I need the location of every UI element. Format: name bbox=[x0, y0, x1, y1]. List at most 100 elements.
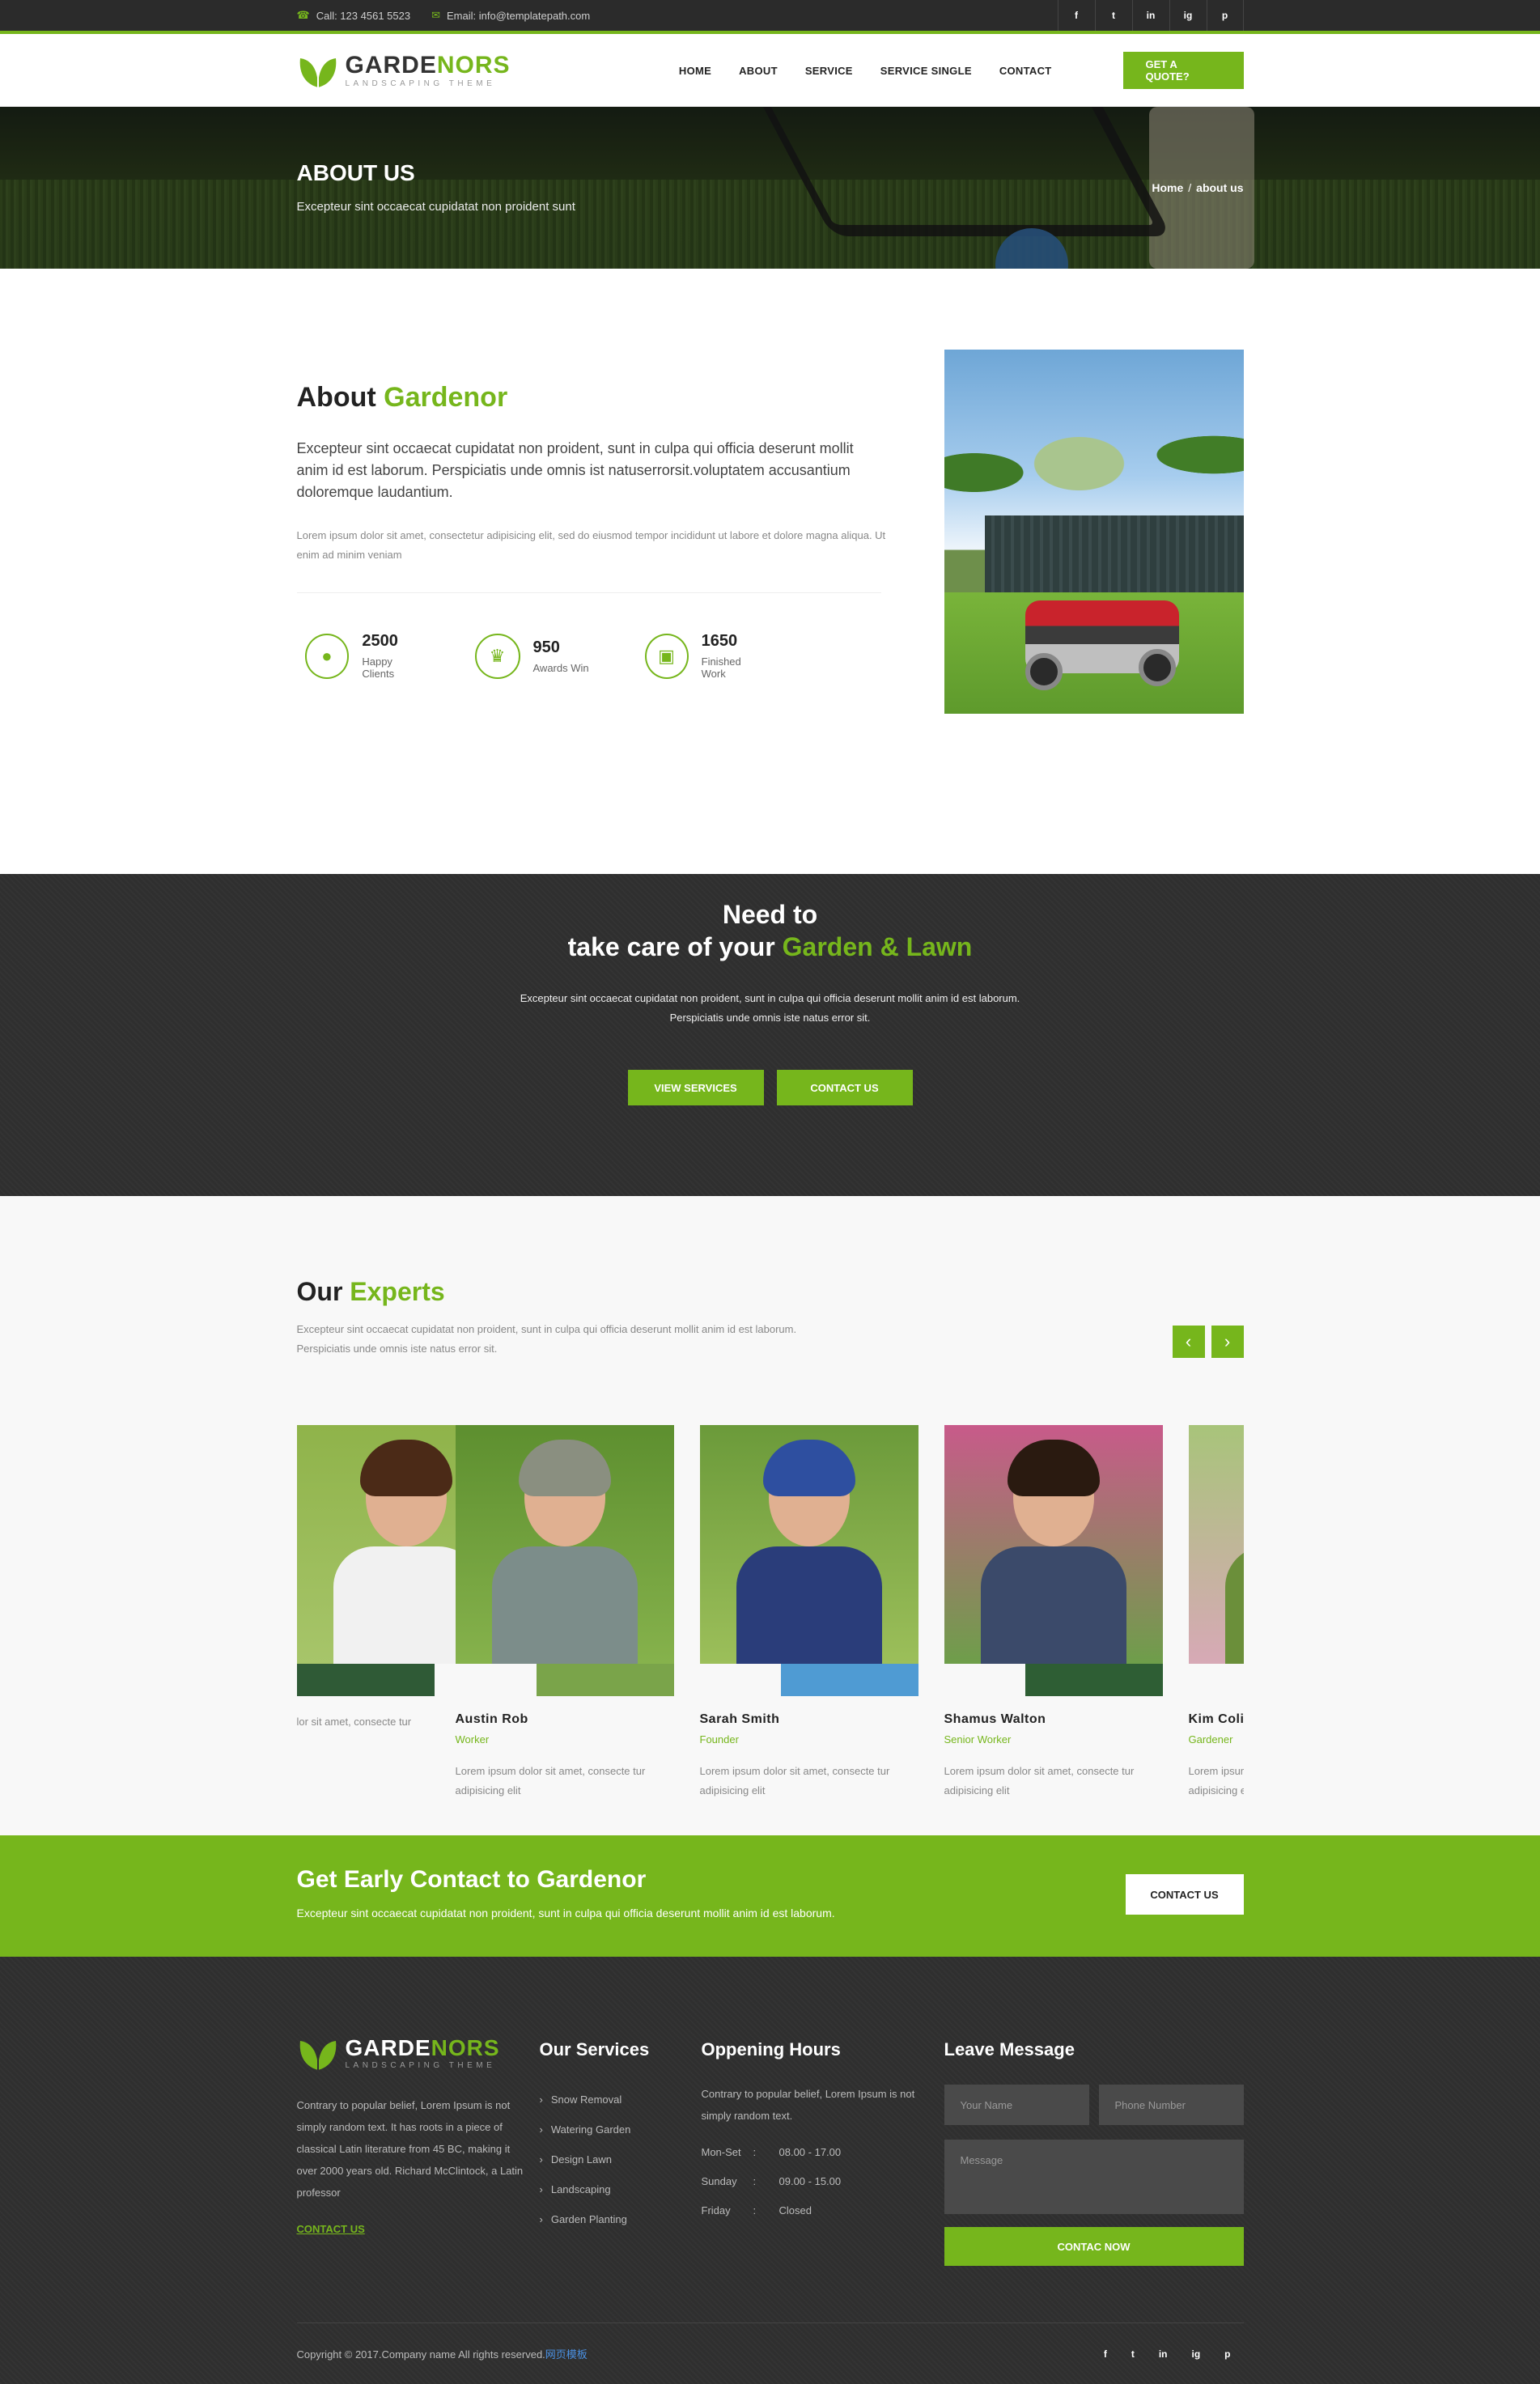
pinterest-icon[interactable]: p bbox=[1224, 2348, 1230, 2360]
early-contact-button[interactable]: CONTACT US bbox=[1125, 1874, 1244, 1915]
page-subtitle: Excepteur sint occaecat cupidatat non pr… bbox=[296, 200, 575, 214]
cta-heading: Need to take care of your Garden & Lawn bbox=[567, 900, 973, 961]
site-footer: GARDENORS LANDSCAPING THEME Contrary to … bbox=[0, 1957, 1540, 2384]
leaf-logo-icon bbox=[299, 2041, 336, 2070]
copyright-link[interactable]: 网页模板 bbox=[545, 2348, 588, 2361]
linkedin-icon[interactable]: in bbox=[1159, 2348, 1168, 2360]
expert-photo bbox=[944, 1425, 1163, 1664]
nav-service-single[interactable]: SERVICE SINGLE bbox=[880, 65, 972, 77]
breadcrumb-current: about us bbox=[1196, 181, 1244, 194]
footer-brand-tagline: LANDSCAPING THEME bbox=[345, 2060, 496, 2070]
view-services-button[interactable]: VIEW SERVICES bbox=[627, 1070, 764, 1105]
linkedin-icon[interactable]: in bbox=[1131, 0, 1169, 31]
expert-name: Kim Colin bbox=[1188, 1712, 1244, 1726]
footer-service-link[interactable]: Snow Removal bbox=[540, 2085, 702, 2115]
footer-service-link[interactable]: Garden Planting bbox=[540, 2204, 702, 2234]
early-contact-section: Get Early Contact to Gardenor Excepteur … bbox=[0, 1835, 1540, 1957]
footer-services-heading: Our Services bbox=[539, 2039, 650, 2059]
page-title: ABOUT US bbox=[296, 160, 415, 185]
expert-role: Worker bbox=[455, 1733, 490, 1746]
nav-about[interactable]: ABOUT bbox=[739, 65, 778, 77]
expert-desc: Lorem ipsum dolor sit amet, consecte tur… bbox=[1188, 1765, 1244, 1796]
brand-tagline: LANDSCAPING THEME bbox=[345, 78, 496, 88]
footer-message-heading: Leave Message bbox=[944, 2039, 1075, 2059]
lawn-mower-photo bbox=[944, 350, 1244, 714]
expert-card[interactable]: Austin Rob Worker Lorem ipsum dolor sit … bbox=[455, 1425, 674, 1801]
carousel-next-button[interactable]: › bbox=[1211, 1326, 1244, 1358]
expert-photo bbox=[699, 1425, 918, 1664]
expert-card[interactable]: Kim Colin Gardener Lorem ipsum dolor sit… bbox=[1188, 1425, 1244, 1801]
about-lead: Excepteur sint occaecat cupidatat non pr… bbox=[296, 440, 854, 500]
instagram-icon[interactable]: ig bbox=[1169, 0, 1207, 31]
experts-carousel: lor sit amet, consecte tur Austin Rob Wo… bbox=[296, 1425, 1244, 1801]
site-header: GARDENORS LANDSCAPING THEME HOME ABOUT S… bbox=[0, 34, 1540, 107]
site-logo[interactable]: GARDENORS LANDSCAPING THEME bbox=[297, 52, 511, 89]
envelope-icon: ✉ bbox=[431, 9, 440, 21]
divider bbox=[296, 592, 881, 593]
stats-row: ● 2500 Happy Clients ♛ 950 Awards Win ▣ 16… bbox=[297, 632, 888, 680]
footer-hours-heading: Oppening Hours bbox=[701, 2039, 841, 2059]
expert-name: Austin Rob bbox=[455, 1712, 528, 1726]
phone-info: ☎ Call: 123 4561 5523 bbox=[297, 9, 411, 22]
stat-awards: ♛ 950 Awards Win bbox=[474, 632, 596, 680]
name-input[interactable]: Your Name bbox=[944, 2085, 1089, 2125]
user-icon: ● bbox=[304, 633, 350, 679]
instagram-icon[interactable]: ig bbox=[1191, 2348, 1200, 2360]
breadcrumb-home[interactable]: Home bbox=[1152, 181, 1183, 194]
pinterest-icon[interactable]: p bbox=[1206, 0, 1244, 31]
expert-card[interactable]: Sarah Smith Founder Lorem ipsum dolor si… bbox=[699, 1425, 918, 1801]
main-nav: HOME ABOUT SERVICE SERVICE SINGLE CONTAC… bbox=[679, 65, 1052, 77]
expert-name: Shamus Walton bbox=[944, 1712, 1046, 1726]
facebook-icon[interactable]: f bbox=[1057, 0, 1095, 31]
about-text: Lorem ipsum dolor sit amet, consectetur … bbox=[296, 529, 886, 561]
footer-service-link[interactable]: Watering Garden bbox=[540, 2115, 702, 2144]
expert-role: Founder bbox=[699, 1733, 739, 1746]
email-text: Email: info@templatepath.com bbox=[446, 9, 591, 22]
carousel-prev-button[interactable]: ‹ bbox=[1172, 1326, 1205, 1358]
leaf-logo-icon bbox=[299, 58, 336, 87]
twitter-icon[interactable]: t bbox=[1094, 0, 1132, 31]
email-info[interactable]: ✉ Email: info@templatepath.com bbox=[431, 9, 590, 22]
expert-desc: Lorem ipsum dolor sit amet, consecte tur… bbox=[455, 1765, 646, 1796]
nav-contact[interactable]: CONTACT bbox=[999, 65, 1052, 77]
footer-contact-link[interactable]: CONTACT US bbox=[297, 2223, 365, 2235]
expert-desc: Lorem ipsum dolor sit amet, consecte tur… bbox=[944, 1765, 1135, 1796]
trophy-icon: ♛ bbox=[474, 633, 520, 679]
stat-work: ▣ 1650 Finished Work bbox=[644, 632, 766, 680]
nav-service[interactable]: SERVICE bbox=[805, 65, 853, 77]
stat-clients: ● 2500 Happy Clients bbox=[304, 632, 426, 680]
expert-name: Sarah Smith bbox=[699, 1712, 780, 1726]
top-bar: ☎ Call: 123 4561 5523 ✉ Email: info@temp… bbox=[0, 0, 1540, 34]
about-heading: About Gardenor bbox=[296, 382, 508, 413]
early-contact-heading: Get Early Contact to Gardenor bbox=[296, 1866, 647, 1893]
experts-section: Our Experts Excepteur sint occaecat cupi… bbox=[0, 1196, 1540, 1835]
opening-hours-table: Mon-Set:08.00 - 17.00 Sunday:09.00 - 15.… bbox=[701, 2146, 842, 2216]
garden-cta-section: Need to take care of your Garden & Lawn … bbox=[0, 874, 1540, 1196]
footer-brand-name: GARDENORS bbox=[345, 2034, 500, 2060]
contact-us-button[interactable]: CONTACT US bbox=[776, 1070, 913, 1105]
phone-input[interactable]: Phone Number bbox=[1098, 2085, 1244, 2125]
facebook-icon[interactable]: f bbox=[1104, 2348, 1107, 2360]
expert-desc: Lorem ipsum dolor sit amet, consecte tur… bbox=[699, 1765, 890, 1796]
mower-icon: ▣ bbox=[644, 633, 689, 679]
footer-logo[interactable]: GARDENORS LANDSCAPING THEME bbox=[297, 2034, 540, 2072]
footer-service-link[interactable]: Landscaping bbox=[540, 2174, 702, 2204]
experts-intro: Excepteur sint occaecat cupidatat non pr… bbox=[296, 1323, 797, 1355]
nav-home[interactable]: HOME bbox=[679, 65, 711, 77]
phone-icon: ☎ bbox=[296, 9, 310, 21]
footer-services-list: Snow Removal Watering Garden Design Lawn… bbox=[540, 2085, 702, 2234]
message-form: Your Name Phone Number Message CONTAC NO… bbox=[944, 2085, 1244, 2266]
expert-photo bbox=[1188, 1425, 1244, 1664]
phone-text: Call: 123 4561 5523 bbox=[316, 9, 411, 22]
brand-name: GARDENORS bbox=[345, 51, 511, 78]
twitter-icon[interactable]: t bbox=[1131, 2348, 1135, 2360]
footer-hours-text: Contrary to popular belief, Lorem Ipsum … bbox=[701, 2088, 915, 2122]
page-banner: ABOUT US Excepteur sint occaecat cupidat… bbox=[0, 107, 1540, 269]
expert-card[interactable]: Shamus Walton Senior Worker Lorem ipsum … bbox=[944, 1425, 1163, 1801]
send-message-button[interactable]: CONTAC NOW bbox=[944, 2227, 1244, 2266]
about-section: About Gardenor Excepteur sint occaecat c… bbox=[0, 269, 1540, 874]
cta-text: Excepteur sint occaecat cupidatat non pr… bbox=[520, 992, 1020, 1024]
get-quote-button[interactable]: GET A QUOTE? bbox=[1122, 52, 1244, 89]
message-textarea[interactable]: Message bbox=[944, 2140, 1244, 2214]
footer-service-link[interactable]: Design Lawn bbox=[540, 2144, 702, 2174]
